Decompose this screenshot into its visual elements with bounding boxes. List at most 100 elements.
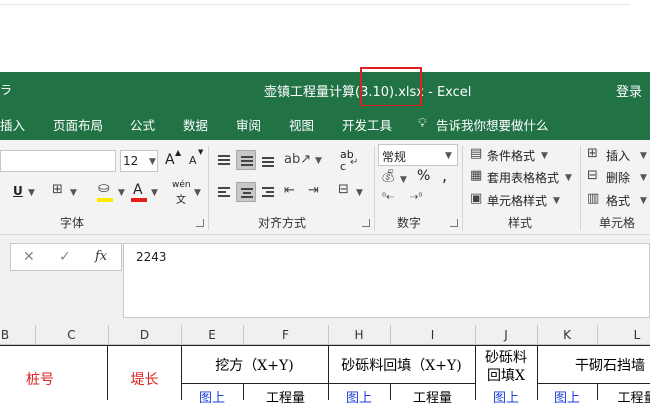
col-header-c[interactable]: C — [35, 328, 108, 342]
cell-border — [537, 383, 650, 384]
sheet-grid[interactable]: 桩号 堤长 挖方（X+Y) 砂砾料回填（X+Y) 砂砾料 回填X 干砌石挡墙 图… — [0, 345, 650, 406]
chevron-down-icon: ▼ — [194, 188, 201, 198]
format-cells-icon: ▥ — [587, 191, 600, 206]
chevron-down-icon: ▼ — [315, 156, 322, 166]
login-button[interactable]: 登录 — [616, 81, 642, 100]
subheader-gongchengliang[interactable]: 工程量 — [243, 387, 328, 406]
quick-access-glyph[interactable]: ラ — [0, 81, 12, 98]
column-headers: B C D E F H I J K L — [0, 325, 650, 345]
percent-button[interactable]: % — [417, 168, 430, 184]
number-format-value: 常规 — [382, 150, 407, 164]
group-separator — [580, 146, 581, 230]
chevron-down-icon: ▼ — [151, 188, 158, 198]
fx-icon[interactable]: fx — [95, 249, 107, 264]
conditional-format-button[interactable]: 条件格式 — [487, 147, 535, 164]
formula-area: ✕ ✓ fx 2243 — [0, 235, 650, 325]
align-bottom-icon[interactable] — [258, 150, 278, 170]
enter-icon[interactable]: ✓ — [59, 249, 71, 265]
group-label-cells: 单元格 — [599, 216, 636, 230]
chevron-down-icon: ▼ — [640, 151, 647, 161]
wrap-arrow-icon: ↵ — [350, 157, 359, 168]
col-header-h[interactable]: H — [328, 328, 390, 342]
font-size-box[interactable]: 12 ▼ — [120, 150, 158, 172]
chevron-down-icon: ▼ — [70, 188, 77, 198]
tab-data[interactable]: 数据 — [183, 115, 208, 134]
grow-font-button[interactable]: A — [165, 152, 175, 168]
col-header-f[interactable]: F — [243, 328, 328, 342]
font-color-button[interactable]: A — [133, 182, 143, 198]
tab-view[interactable]: 视图 — [289, 115, 314, 134]
tab-formulas[interactable]: 公式 — [130, 115, 155, 134]
borders-icon[interactable]: ⊞ — [52, 182, 63, 197]
subheader-gongchengliang[interactable]: 工程量 — [597, 387, 650, 406]
decrease-decimal-icon[interactable]: ⇢⁰ — [410, 192, 422, 203]
formula-value: 2243 — [136, 250, 167, 264]
format-table-icon: ▦ — [470, 168, 483, 183]
formula-input[interactable]: 2243 — [123, 243, 650, 318]
align-right-icon[interactable] — [258, 182, 278, 202]
increase-decimal-icon[interactable]: ⁰⇠ — [382, 192, 394, 203]
align-top-icon[interactable] — [214, 150, 234, 170]
increase-indent-icon[interactable]: ⇥ — [308, 183, 319, 198]
col-header-d[interactable]: D — [108, 328, 181, 342]
phonetic-sub: 文 — [176, 195, 186, 206]
col-header-e[interactable]: E — [181, 328, 243, 342]
decrease-indent-icon[interactable]: ⇤ — [284, 183, 295, 198]
delete-cells-button[interactable]: 删除 — [606, 169, 630, 186]
header-ganqi[interactable]: 干砌石挡墙 — [550, 355, 650, 375]
shrink-font-button[interactable]: A — [189, 154, 197, 167]
align-left-icon[interactable] — [214, 182, 234, 202]
comma-button[interactable]: , — [442, 166, 447, 185]
header-dichang[interactable]: 堤长 — [122, 369, 167, 389]
tab-review[interactable]: 审阅 — [236, 115, 261, 134]
header-wafang[interactable]: 挖方（X+Y) — [181, 355, 328, 375]
group-label-font: 字体 — [60, 216, 85, 230]
font-name-box[interactable] — [0, 150, 116, 172]
orientation-icon[interactable]: ab↗ — [284, 152, 311, 167]
chevron-down-icon: ▼ — [356, 188, 363, 198]
fill-color-swatch — [97, 198, 113, 202]
cell-styles-button[interactable]: 单元格样式 — [487, 192, 547, 209]
alignment-launcher-icon[interactable] — [362, 219, 370, 227]
phonetic-button[interactable]: wén — [172, 180, 191, 190]
underline-button[interactable]: U — [13, 184, 23, 198]
ribbon-tabs: 插入 页面布局 公式 数据 审阅 视图 开发工具 💡︎ 告诉我你想要做什么 — [0, 106, 650, 140]
number-format-box[interactable]: 常规 ▼ — [378, 144, 458, 166]
chevron-down-icon: ▼ — [565, 173, 572, 183]
header-shali[interactable]: 砂砾料回填（X+Y) — [328, 355, 475, 375]
subheader-gongchengliang[interactable]: 工程量 — [390, 387, 475, 406]
format-table-button[interactable]: 套用表格格式 — [487, 169, 559, 186]
fill-color-icon[interactable]: ⛀ — [98, 180, 110, 196]
col-header-l[interactable]: L — [597, 328, 650, 342]
align-middle-icon[interactable] — [236, 150, 256, 170]
tab-page-layout[interactable]: 页面布局 — [53, 115, 103, 134]
number-launcher-icon[interactable] — [450, 219, 458, 227]
subheader-tushang[interactable]: 图上 — [475, 387, 537, 406]
header-zhuanghao[interactable]: 桩号 — [20, 369, 60, 389]
align-center-icon[interactable] — [236, 182, 256, 202]
cell-border — [0, 345, 650, 346]
group-label-number: 数字 — [397, 216, 422, 230]
col-header-j[interactable]: J — [475, 328, 537, 342]
font-launcher-icon[interactable] — [196, 219, 204, 227]
subheader-tushang[interactable]: 图上 — [537, 387, 597, 406]
header-shali-x-line1[interactable]: 砂砾料 — [475, 347, 537, 367]
insert-cells-button[interactable]: 插入 — [606, 147, 630, 164]
subheader-tushang[interactable]: 图上 — [181, 387, 243, 406]
tell-me-search[interactable]: 告诉我你想要做什么 — [436, 115, 549, 134]
lightbulb-icon: 💡︎ — [418, 115, 427, 130]
merge-center-icon[interactable]: ⊟ — [338, 182, 349, 197]
format-cells-button[interactable]: 格式 — [606, 192, 630, 209]
col-header-i[interactable]: I — [390, 328, 475, 342]
col-header-b[interactable]: B — [0, 328, 10, 342]
cancel-icon[interactable]: ✕ — [23, 249, 35, 265]
group-separator — [208, 146, 209, 230]
tab-developer[interactable]: 开发工具 — [342, 115, 392, 134]
group-separator — [462, 146, 463, 230]
currency-icon[interactable]: 💰︎ — [380, 169, 397, 184]
tab-insert[interactable]: 插入 — [0, 115, 25, 134]
col-header-k[interactable]: K — [537, 328, 597, 342]
arrow-up-icon: ▲ — [175, 148, 182, 157]
subheader-tushang[interactable]: 图上 — [328, 387, 390, 406]
delete-cells-icon: ⊟ — [587, 168, 598, 183]
